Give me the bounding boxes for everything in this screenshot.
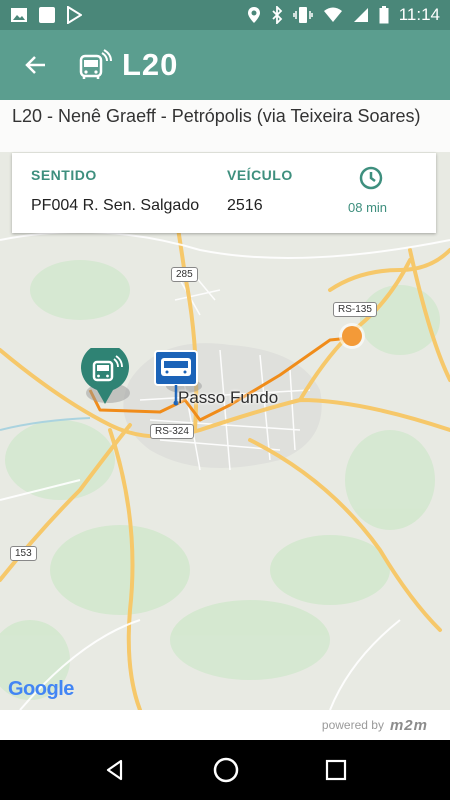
recents-square-icon[interactable] bbox=[325, 759, 347, 781]
play-store-icon bbox=[67, 6, 82, 24]
bluetooth-icon bbox=[272, 6, 282, 24]
road-label: 285 bbox=[171, 267, 198, 282]
clock-icon bbox=[359, 166, 383, 190]
vehicle-value: 2516 bbox=[227, 197, 263, 214]
road-label: RS-324 bbox=[150, 424, 194, 439]
square-icon bbox=[39, 7, 55, 23]
direction-value: PF004 R. Sen. Salgado bbox=[31, 197, 200, 214]
map-view[interactable]: 285 RS-135 RS-324 153 Passo Fundo L20 - … bbox=[0, 100, 450, 710]
wifi-icon bbox=[323, 7, 342, 22]
m2m-logo: m2m bbox=[389, 716, 428, 734]
vehicle-header: VEÍCULO bbox=[227, 167, 293, 183]
status-right: 11:14 bbox=[247, 5, 440, 25]
bus-location-pin[interactable] bbox=[80, 348, 134, 406]
bus-signal-icon bbox=[79, 49, 112, 79]
back-button[interactable] bbox=[22, 51, 50, 79]
powered-by-label: powered by bbox=[321, 718, 384, 732]
direction-header: SENTIDO bbox=[31, 167, 97, 183]
route-title: L20 - Nenê Graeff - Petrópolis (via Teix… bbox=[0, 100, 450, 152]
eta-value: 08 min bbox=[348, 200, 388, 215]
home-circle-icon[interactable] bbox=[212, 756, 240, 784]
signal-icon bbox=[353, 8, 368, 22]
app-bar: L20 bbox=[0, 30, 450, 100]
image-icon bbox=[11, 8, 27, 22]
google-logo: Google bbox=[8, 678, 74, 701]
info-card: SENTIDO VEÍCULO PF004 R. Sen. Salgado 25… bbox=[12, 153, 436, 233]
powered-by-footer: powered by m2m bbox=[0, 710, 450, 740]
arrow-left-icon bbox=[25, 56, 45, 74]
status-left bbox=[10, 6, 82, 24]
road-label: 153 bbox=[10, 546, 37, 561]
battery-icon bbox=[379, 6, 389, 24]
page-title: L20 bbox=[122, 47, 179, 82]
location-icon bbox=[247, 7, 260, 23]
google-attribution: Google bbox=[8, 678, 74, 700]
status-bar: 11:14 bbox=[0, 0, 450, 30]
road-label: RS-135 bbox=[333, 302, 377, 317]
vibrate-icon bbox=[292, 7, 313, 23]
system-nav-bar bbox=[0, 740, 450, 800]
status-time: 11:14 bbox=[398, 5, 440, 24]
back-triangle-icon[interactable] bbox=[103, 758, 127, 782]
city-label: Passo Fundo bbox=[178, 388, 279, 407]
